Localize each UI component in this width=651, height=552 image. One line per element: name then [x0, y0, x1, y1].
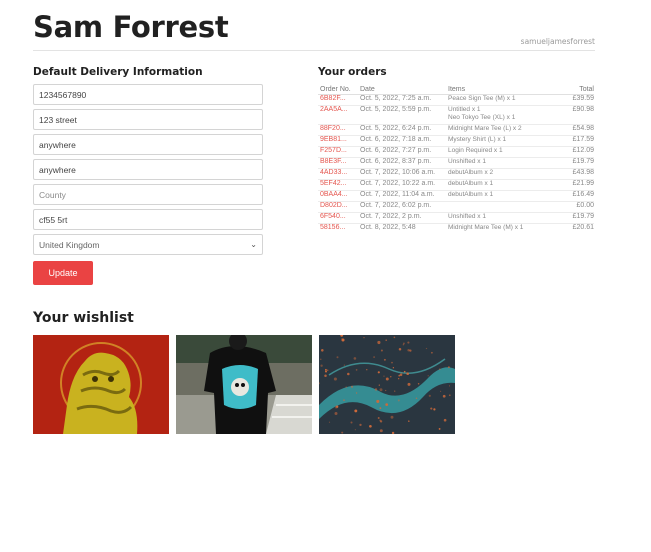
- chevron-down-icon: ⌄: [250, 240, 257, 249]
- order-row: 0BAA4... Oct. 7, 2022, 11:04 a.m. debutAlb…: [318, 190, 594, 202]
- order-number-link[interactable]: 88F20...: [318, 124, 358, 136]
- update-button[interactable]: Update: [33, 261, 93, 285]
- order-items: Unshifted x 1: [446, 212, 566, 224]
- column-header-order-no: Order No.: [318, 86, 358, 95]
- column-header-date: Date: [358, 86, 446, 95]
- orders-header-row: Order No. Date Items Total: [318, 86, 594, 95]
- order-total: £39.59: [566, 94, 594, 106]
- order-row: B8E3F... Oct. 6, 2022, 8:37 p.m. Unshifted…: [318, 157, 594, 169]
- order-number-link[interactable]: F257D...: [318, 146, 358, 158]
- order-number-link[interactable]: 6F540...: [318, 212, 358, 224]
- order-date: Oct. 5, 2022, 6:24 p.m.: [358, 124, 446, 136]
- order-date: Oct. 6, 2022, 8:37 p.m.: [358, 157, 446, 169]
- postcode-field[interactable]: [33, 209, 263, 230]
- delivery-heading: Default Delivery Information: [33, 66, 203, 78]
- order-row: 6F540... Oct. 7, 2022, 2 p.m. Unshifted x …: [318, 212, 594, 224]
- column-header-total: Total: [566, 86, 594, 95]
- wishlist-item[interactable]: [176, 335, 312, 434]
- orders-table: Order No. Date Items Total 6B82F... Oct. …: [318, 86, 594, 234]
- order-date: Oct. 6, 2022, 7:27 p.m.: [358, 146, 446, 158]
- header-divider: [33, 50, 595, 51]
- order-row: 6B82F... Oct. 5, 2022, 7:25 a.m. Peace Sig…: [318, 94, 594, 106]
- order-row: 2AA5A... Oct. 5, 2022, 5:59 p.m. Untitled …: [318, 105, 594, 125]
- order-items: Mystery Shirt (L) x 1: [446, 135, 566, 147]
- order-total: £19.79: [566, 157, 594, 169]
- order-row: F257D... Oct. 6, 2022, 7:27 p.m. Login Req…: [318, 146, 594, 158]
- order-items: Midnight Mare Tee (L) x 2: [446, 124, 566, 136]
- order-number-link[interactable]: 0BAA4...: [318, 190, 358, 202]
- order-number-link[interactable]: D802D...: [318, 201, 358, 213]
- order-row: 88F20... Oct. 5, 2022, 6:24 p.m. Midnight …: [318, 124, 594, 136]
- orders-heading: Your orders: [318, 66, 387, 78]
- address-line-2-field[interactable]: [33, 134, 263, 155]
- order-total: £12.09: [566, 146, 594, 158]
- order-items: Peace Sign Tee (M) x 1: [446, 94, 566, 106]
- order-items: Midnight Mare Tee (M) x 1: [446, 223, 566, 234]
- order-number-link[interactable]: 5EF42...: [318, 179, 358, 191]
- order-date: Oct. 7, 2022, 10:22 a.m.: [358, 179, 446, 191]
- order-total: £20.61: [566, 223, 594, 234]
- wishlist-item[interactable]: [33, 335, 169, 434]
- order-total: £17.59: [566, 135, 594, 147]
- golden-statue-image: [33, 335, 169, 434]
- order-items: [446, 201, 566, 213]
- order-date: Oct. 7, 2022, 11:04 a.m.: [358, 190, 446, 202]
- country-select[interactable]: United Kingdom ⌄: [33, 234, 263, 255]
- username-label: samueljamesforrest: [520, 37, 595, 46]
- street-address-field[interactable]: [33, 109, 263, 130]
- order-total: £54.98: [566, 124, 594, 136]
- order-date: Oct. 7, 2022, 10:06 a.m.: [358, 168, 446, 180]
- order-number-link[interactable]: 6B82F...: [318, 94, 358, 106]
- teal-particle-image: [319, 335, 455, 434]
- order-date: Oct. 8, 2022, 5:48: [358, 223, 446, 234]
- order-number-link[interactable]: 4AD33...: [318, 168, 358, 180]
- order-row: 9EB81... Oct. 6, 2022, 7:18 a.m. Mystery S…: [318, 135, 594, 147]
- order-row: 5EF42... Oct. 7, 2022, 10:22 a.m. debutAlb…: [318, 179, 594, 191]
- wishlist-item[interactable]: [319, 335, 455, 434]
- midnight-mare-tee-image: [176, 335, 312, 434]
- order-items: debutAlbum x 1: [446, 179, 566, 191]
- order-date: Oct. 5, 2022, 5:59 p.m.: [358, 105, 446, 125]
- column-header-items: Items: [446, 86, 566, 95]
- order-total: £16.49: [566, 190, 594, 202]
- order-number-link[interactable]: 58156...: [318, 223, 358, 234]
- order-date: Oct. 7, 2022, 2 p.m.: [358, 212, 446, 224]
- order-total: £21.99: [566, 179, 594, 191]
- phone-field[interactable]: [33, 84, 263, 105]
- order-items: Login Required x 1: [446, 146, 566, 158]
- order-total: £19.79: [566, 212, 594, 224]
- order-items: debutAlbum x 1: [446, 190, 566, 202]
- order-number-link[interactable]: 2AA5A...: [318, 105, 358, 125]
- order-items: Untitled x 1 Neo Tokyo Tee (XL) x 1: [446, 105, 566, 125]
- order-date: Oct. 6, 2022, 7:18 a.m.: [358, 135, 446, 147]
- order-number-link[interactable]: 9EB81...: [318, 135, 358, 147]
- order-total: £0.00: [566, 201, 594, 213]
- order-date: Oct. 7, 2022, 6:02 p.m.: [358, 201, 446, 213]
- country-select-value: United Kingdom: [39, 239, 100, 250]
- order-row: D802D... Oct. 7, 2022, 6:02 p.m. £0.00: [318, 201, 594, 213]
- page-title: Sam Forrest: [33, 10, 229, 44]
- order-items: debutAlbum x 2: [446, 168, 566, 180]
- order-number-link[interactable]: B8E3F...: [318, 157, 358, 169]
- order-total: £43.98: [566, 168, 594, 180]
- order-date: Oct. 5, 2022, 7:25 a.m.: [358, 94, 446, 106]
- order-total: £90.98: [566, 105, 594, 125]
- county-field[interactable]: [33, 184, 263, 205]
- order-row: 58156... Oct. 8, 2022, 5:48 Midnight Mare …: [318, 223, 594, 234]
- town-field[interactable]: [33, 159, 263, 180]
- order-row: 4AD33... Oct. 7, 2022, 10:06 a.m. debutAlb…: [318, 168, 594, 180]
- orders-table-body: 6B82F... Oct. 5, 2022, 7:25 a.m. Peace Sig…: [318, 94, 594, 234]
- order-items: Unshifted x 1: [446, 157, 566, 169]
- wishlist-heading: Your wishlist: [33, 310, 134, 326]
